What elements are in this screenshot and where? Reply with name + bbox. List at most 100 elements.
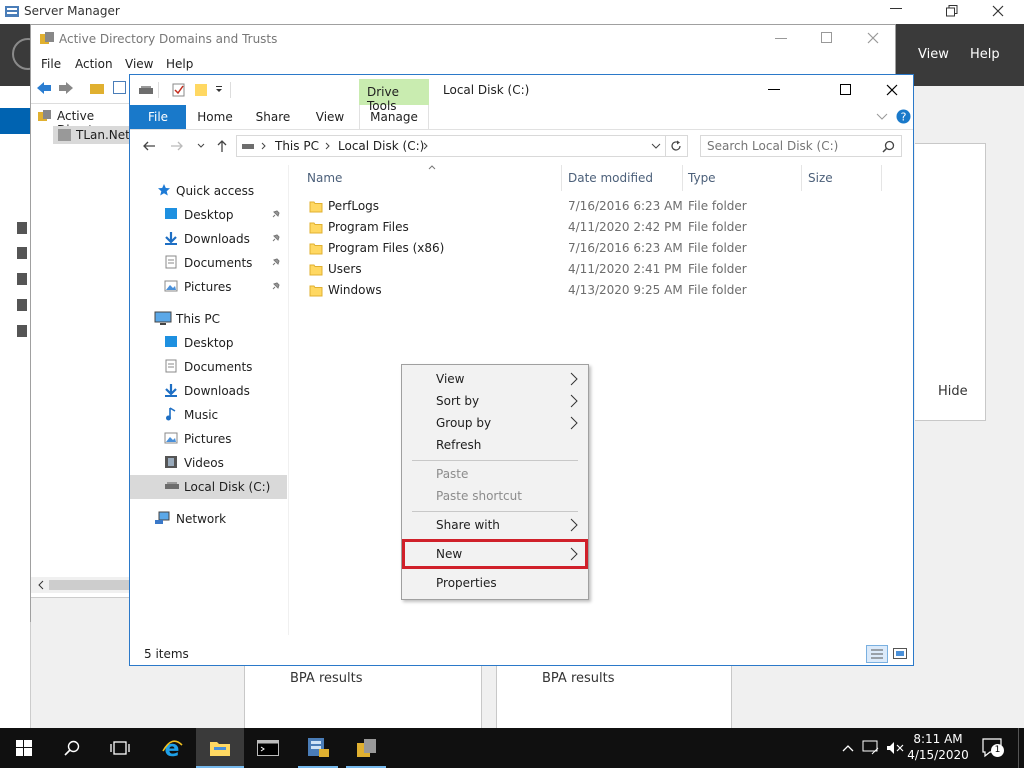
nav-qa-downloads[interactable]: Downloads	[130, 227, 287, 251]
nav-quick-access[interactable]: Quick access	[130, 179, 287, 203]
nav-qa-documents[interactable]: Documents	[130, 251, 287, 275]
nav-pc-music[interactable]: Music	[130, 403, 287, 427]
command-prompt-button[interactable]	[244, 728, 292, 768]
ad-up-folder-icon[interactable]	[89, 81, 105, 95]
network-status-icon[interactable]	[862, 740, 880, 756]
address-dropdown-icon[interactable]	[651, 143, 661, 150]
breadcrumb-separator-icon[interactable]	[325, 142, 331, 150]
breadcrumb-separator-icon[interactable]	[261, 142, 267, 150]
ad-maximize-icon[interactable]	[821, 32, 833, 44]
dashboard-nav-item[interactable]	[0, 108, 30, 134]
menu-item-view[interactable]: View	[404, 368, 586, 390]
all-servers-icon[interactable]	[16, 246, 28, 260]
file-explorer-taskbar-button[interactable]	[196, 728, 244, 768]
nav-pc-documents[interactable]: Documents	[130, 355, 287, 379]
breadcrumb-separator-icon[interactable]	[423, 142, 429, 150]
pin-icon[interactable]	[271, 209, 281, 219]
pin-icon[interactable]	[271, 233, 281, 243]
address-bar[interactable]: This PC Local Disk (C:)	[236, 135, 666, 157]
system-clock[interactable]: 8:11 AM 4/15/2020	[906, 731, 970, 763]
close-icon[interactable]	[992, 5, 1004, 17]
breadcrumb-local-disk[interactable]: Local Disk (C:)	[338, 139, 424, 153]
explorer-maximize-icon[interactable]	[840, 84, 852, 96]
new-folder-qat-icon[interactable]	[194, 83, 208, 97]
hide-link[interactable]: Hide	[938, 384, 968, 399]
large-icons-view-button[interactable]	[890, 645, 910, 663]
tab-manage[interactable]: Manage	[359, 105, 429, 129]
ad-menu-help[interactable]: Help	[166, 57, 193, 71]
nav-pc-pictures[interactable]: Pictures	[130, 427, 287, 451]
menu-item-refresh[interactable]: Refresh	[404, 434, 586, 456]
nav-pc-videos[interactable]: Videos	[130, 451, 287, 475]
nav-pc-downloads[interactable]: Downloads	[130, 379, 287, 403]
search-input[interactable]	[707, 138, 872, 154]
forward-arrow-icon[interactable]	[170, 140, 184, 152]
ad-scroll-thumb[interactable]	[49, 580, 129, 590]
local-server-icon[interactable]	[16, 221, 28, 235]
back-arrow-icon[interactable]	[142, 140, 156, 152]
nav-pc-local-disk[interactable]: Local Disk (C:)	[130, 475, 287, 499]
internet-explorer-button[interactable]: e	[148, 728, 196, 768]
ad-menu-file[interactable]: File	[41, 57, 61, 71]
column-header-date[interactable]: Date modified	[568, 171, 653, 185]
refresh-button[interactable]	[666, 135, 688, 157]
nav-this-pc[interactable]: This PC	[130, 307, 287, 331]
sm-menu-view[interactable]: View	[918, 47, 949, 62]
show-hidden-icons-icon[interactable]	[842, 744, 854, 752]
menu-item-paste-shortcut[interactable]: Paste shortcut	[404, 485, 586, 507]
ad-forward-arrow-icon[interactable]	[58, 81, 74, 95]
ad-back-arrow-icon[interactable]	[36, 81, 52, 95]
ribbon-expand-icon[interactable]	[876, 113, 888, 121]
file-row[interactable]: Windows 4/13/2020 9:25 AM File folder	[299, 280, 889, 301]
column-header-type[interactable]: Type	[688, 171, 716, 185]
tab-file[interactable]: File	[130, 105, 186, 129]
tab-share[interactable]: Share	[248, 105, 298, 129]
minimize-icon[interactable]	[890, 8, 902, 10]
task-view-button[interactable]	[96, 728, 144, 768]
details-view-button[interactable]	[866, 645, 888, 663]
search-taskbar-button[interactable]	[48, 728, 96, 768]
scroll-left-icon[interactable]	[37, 580, 45, 590]
help-icon[interactable]: ?	[896, 109, 911, 124]
file-services-icon[interactable]	[16, 324, 28, 338]
restore-icon[interactable]	[946, 5, 958, 17]
nav-qa-pictures[interactable]: Pictures	[130, 275, 287, 299]
breadcrumb-this-pc[interactable]: This PC	[275, 139, 319, 153]
tab-home[interactable]: Home	[190, 105, 240, 129]
ad-domains-taskbar-button[interactable]	[342, 728, 390, 768]
ad-close-icon[interactable]	[867, 32, 879, 44]
column-header-name[interactable]: Name	[307, 171, 342, 185]
file-row[interactable]: Program Files (x86) 7/16/2016 6:23 AM Fi…	[299, 238, 889, 259]
volume-muted-icon[interactable]	[886, 741, 904, 755]
menu-item-properties[interactable]: Properties	[404, 572, 586, 594]
pin-icon[interactable]	[271, 257, 281, 267]
explorer-close-icon[interactable]	[886, 84, 898, 96]
qat-dropdown-icon[interactable]	[215, 85, 223, 93]
menu-item-group-by[interactable]: Group by	[404, 412, 586, 434]
ad-minimize-icon[interactable]	[775, 38, 787, 40]
tab-view[interactable]: View	[306, 105, 354, 129]
file-row[interactable]: Users 4/11/2020 2:41 PM File folder	[299, 259, 889, 280]
up-arrow-icon[interactable]	[216, 139, 228, 153]
menu-item-paste[interactable]: Paste	[404, 463, 586, 485]
menu-item-sort-by[interactable]: Sort by	[404, 390, 586, 412]
start-button[interactable]	[0, 728, 48, 768]
ad-show-tree-icon[interactable]	[113, 81, 127, 95]
action-center-button[interactable]: 1	[980, 736, 1006, 760]
sm-menu-help[interactable]: Help	[970, 47, 1000, 62]
nav-network[interactable]: Network	[130, 507, 287, 531]
menu-item-share-with[interactable]: Share with	[404, 514, 586, 536]
search-icon[interactable]	[882, 140, 895, 153]
pin-icon[interactable]	[271, 281, 281, 291]
ad-menu-view[interactable]: View	[125, 57, 153, 71]
server-manager-taskbar-button[interactable]	[294, 728, 342, 768]
ad-tree-domain[interactable]: TLan.Net	[76, 128, 130, 142]
dns-icon[interactable]	[16, 298, 28, 312]
file-row[interactable]: Program Files 4/11/2020 2:42 PM File fol…	[299, 217, 889, 238]
recent-locations-icon[interactable]	[197, 143, 205, 149]
ad-horizontal-scrollbar[interactable]	[31, 577, 131, 593]
column-header-size[interactable]: Size	[808, 171, 833, 185]
nav-pc-desktop[interactable]: Desktop	[130, 331, 287, 355]
show-desktop-button[interactable]	[1018, 728, 1019, 768]
properties-qat-icon[interactable]	[172, 83, 186, 97]
